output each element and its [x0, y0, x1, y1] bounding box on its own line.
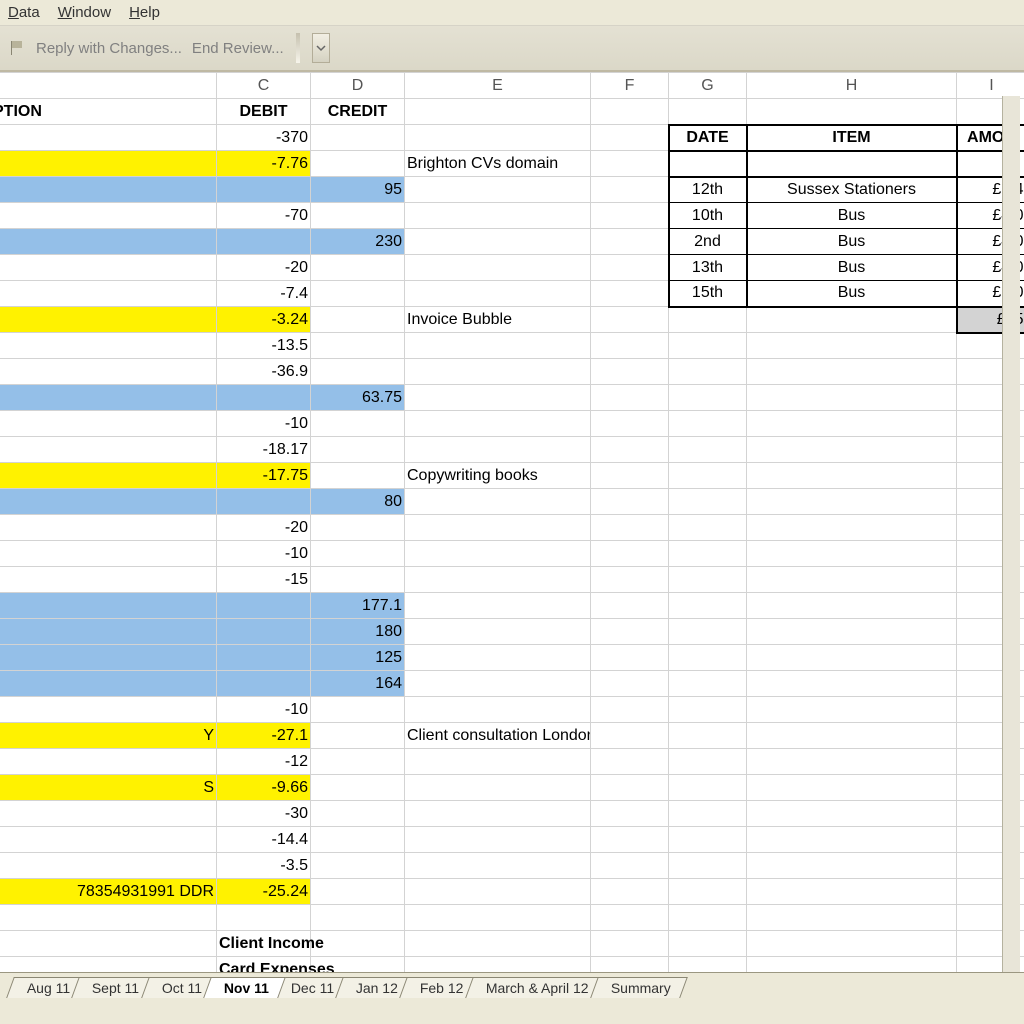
data-row[interactable]: 164: [0, 671, 1024, 697]
data-row[interactable]: Client Income: [0, 931, 1024, 957]
col-g[interactable]: G: [669, 73, 747, 99]
sheet-tab[interactable]: Nov 11: [203, 977, 286, 998]
header-debit: DEBIT: [217, 99, 311, 125]
data-row[interactable]: S-9.66: [0, 775, 1024, 801]
summary-label: Client Income: [217, 931, 311, 957]
flag-icon: [8, 39, 26, 57]
column-header-row: C D E F G H I: [0, 73, 1024, 99]
data-row[interactable]: -20: [0, 515, 1024, 541]
side-header-date: DATE: [669, 125, 747, 151]
end-review-button[interactable]: End Review...: [192, 40, 284, 57]
col-e[interactable]: E: [405, 73, 591, 99]
data-row[interactable]: -370DATEITEMAMOU: [0, 125, 1024, 151]
menu-help[interactable]: Help: [129, 4, 160, 21]
data-row[interactable]: -10: [0, 411, 1024, 437]
data-row[interactable]: 63.75: [0, 385, 1024, 411]
col-i[interactable]: I: [957, 73, 1024, 99]
spreadsheet-grid[interactable]: C D E F G H I PTION DEBIT CREDIT -370DAT…: [0, 72, 1024, 998]
data-row[interactable]: -10: [0, 697, 1024, 723]
data-row[interactable]: 9512thSussex Stationers£1.4: [0, 177, 1024, 203]
vertical-scrollbar[interactable]: [1002, 96, 1020, 972]
menubar: Data Window Help: [0, 0, 1024, 26]
data-row[interactable]: -7010thBus£4.0: [0, 203, 1024, 229]
data-row[interactable]: -36.9: [0, 359, 1024, 385]
data-row[interactable]: [0, 905, 1024, 931]
data-row[interactable]: 177.1: [0, 593, 1024, 619]
sheet-tab[interactable]: March & April 12: [465, 977, 605, 998]
col-h[interactable]: H: [747, 73, 957, 99]
col-d[interactable]: D: [311, 73, 405, 99]
data-row[interactable]: 125: [0, 645, 1024, 671]
chevron-down-icon: [316, 43, 326, 53]
data-row[interactable]: -3.24Invoice Bubble£15: [0, 307, 1024, 333]
menu-data[interactable]: Data: [8, 4, 40, 21]
data-row[interactable]: -10: [0, 541, 1024, 567]
sheet-tab[interactable]: Summary: [590, 977, 688, 998]
data-row[interactable]: -13.5: [0, 333, 1024, 359]
data-row[interactable]: -15: [0, 567, 1024, 593]
header-row[interactable]: PTION DEBIT CREDIT: [0, 99, 1024, 125]
data-row[interactable]: -2013thBus£4.0: [0, 255, 1024, 281]
data-row[interactable]: -30: [0, 801, 1024, 827]
review-toolbar: Reply with Changes... End Review...: [0, 26, 1024, 72]
col-f[interactable]: F: [591, 73, 669, 99]
data-row[interactable]: -7.76Brighton CVs domain: [0, 151, 1024, 177]
reply-with-changes-button[interactable]: Reply with Changes...: [36, 40, 182, 57]
toolbar-separator: [296, 33, 300, 63]
data-row[interactable]: -3.5: [0, 853, 1024, 879]
header-credit: CREDIT: [311, 99, 405, 125]
data-row[interactable]: -18.17: [0, 437, 1024, 463]
menu-window[interactable]: Window: [58, 4, 111, 21]
col-c[interactable]: C: [217, 73, 311, 99]
side-header-item: ITEM: [747, 125, 957, 151]
col-b[interactable]: [0, 73, 217, 99]
sheet-tabs: Aug 11Sept 11Oct 11Nov 11Dec 11Jan 12Feb…: [0, 972, 1024, 998]
data-row[interactable]: -7.415thBus£2.0: [0, 281, 1024, 307]
data-row[interactable]: 180: [0, 619, 1024, 645]
header-description: PTION: [0, 99, 217, 125]
data-row[interactable]: 78354931991 DDR-25.24: [0, 879, 1024, 905]
data-row[interactable]: Y-27.1Client consultation London: [0, 723, 1024, 749]
toolbar-overflow-button[interactable]: [312, 33, 330, 63]
data-row[interactable]: 80: [0, 489, 1024, 515]
data-row[interactable]: -14.4: [0, 827, 1024, 853]
data-row[interactable]: -17.75Copywriting books: [0, 463, 1024, 489]
data-row[interactable]: 2302ndBus£4.0: [0, 229, 1024, 255]
data-row[interactable]: -12: [0, 749, 1024, 775]
